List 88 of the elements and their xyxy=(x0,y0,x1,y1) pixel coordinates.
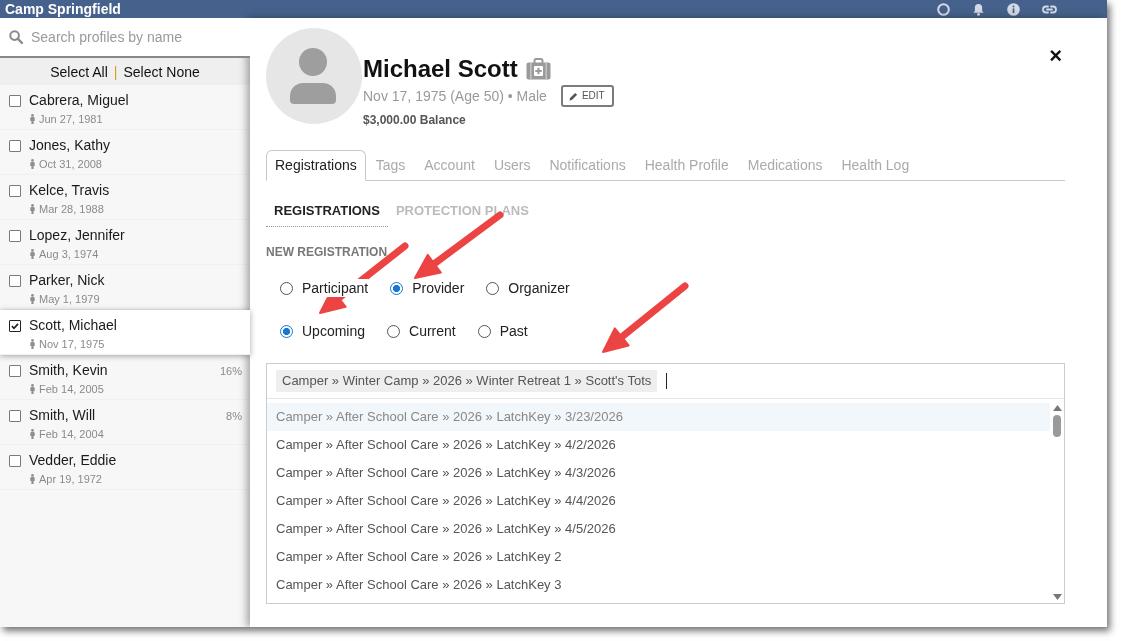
person-icon xyxy=(30,339,35,349)
checkbox[interactable] xyxy=(9,320,21,332)
checkbox[interactable] xyxy=(9,365,21,377)
profile-name: Lopez, Jennifer xyxy=(29,227,126,244)
scrollbar-thumb[interactable] xyxy=(1053,415,1061,437)
tab[interactable]: Registrations xyxy=(266,150,366,181)
profile-name: Cabrera, Miguel xyxy=(29,92,130,109)
profile-list-item[interactable]: Jones, Kathy Oct 31, 2008 xyxy=(0,130,250,175)
birth-date: May 1, 1979 xyxy=(39,292,100,306)
checkbox[interactable] xyxy=(9,410,21,422)
search-bar[interactable]: Search profiles by name xyxy=(0,18,250,58)
profile-name: Kelce, Travis xyxy=(29,182,111,199)
text-cursor xyxy=(666,373,668,389)
search-icon xyxy=(9,30,23,44)
info-icon[interactable] xyxy=(1007,2,1020,16)
dropdown-option[interactable]: Camper » After School Care » 2026 » LatchKey » 4/4/2026 xyxy=(267,487,1050,515)
dropdown-option[interactable]: Camper » After School Care » 2026 » LatchKey » 4/5/2026 xyxy=(267,515,1050,543)
progress-percent: 16% xyxy=(219,364,242,378)
profile-name: Jones, Kathy xyxy=(29,137,111,154)
radio-button[interactable] xyxy=(280,324,293,338)
profile-name: Smith, Will xyxy=(29,407,97,424)
person-icon xyxy=(30,474,35,484)
checkbox[interactable] xyxy=(9,185,21,197)
select-none-link[interactable]: Select None xyxy=(123,62,200,81)
subtab[interactable]: REGISTRATIONS xyxy=(266,203,388,227)
ring-icon[interactable] xyxy=(937,2,950,16)
close-button[interactable]: × xyxy=(1046,45,1065,67)
person-icon xyxy=(30,204,35,214)
registration-field[interactable] xyxy=(266,363,1065,604)
avatar-icon xyxy=(266,28,362,124)
checkbox[interactable] xyxy=(9,455,21,467)
birth-date: Oct 31, 2008 xyxy=(39,157,102,171)
person-icon xyxy=(30,114,35,124)
birth-date: Apr 19, 1972 xyxy=(39,472,102,486)
edit-button[interactable]: EDIT xyxy=(560,85,614,107)
person-icon xyxy=(30,159,35,169)
medical-bag-icon xyxy=(525,58,551,80)
progress-percent: 8% xyxy=(226,409,242,423)
dropdown-option[interactable]: Camper » After School Care » 2026 » LatchKey 2 xyxy=(267,543,1050,571)
profile-name: Scott, Michael xyxy=(29,317,118,334)
profile-list-item[interactable]: Smith, Will Feb 14, 2004 8% xyxy=(0,400,250,445)
dropdown-option[interactable]: Camper » After School Care » 2026 » LatchKey » 4/3/2026 xyxy=(267,459,1050,487)
profile-list-item[interactable]: Smith, Kevin Feb 14, 2005 16% xyxy=(0,355,250,400)
bell-icon[interactable] xyxy=(972,2,985,16)
app-title: Camp Springfield xyxy=(5,0,121,18)
birth-date: Nov 17, 1975 xyxy=(39,337,105,351)
dropdown-option[interactable]: Camper » After School Care » 2026 » LatchKey 3 xyxy=(267,571,1050,599)
checkbox[interactable] xyxy=(9,275,21,287)
profile-list-item[interactable]: Scott, Michael Nov 17, 1975 xyxy=(0,310,250,355)
dropdown-option[interactable]: Camper » After School Care » 2026 » LatchKey » 4/2/2026 xyxy=(267,431,1050,459)
select-all-link[interactable]: Select All xyxy=(50,62,108,81)
profile-name: Smith, Kevin xyxy=(29,362,109,379)
link-separator: | xyxy=(113,62,118,81)
person-icon xyxy=(30,294,35,304)
birth-date: Mar 28, 1988 xyxy=(39,202,104,216)
scroll-down-icon[interactable] xyxy=(1052,594,1062,600)
profile-list-item[interactable]: Cabrera, Miguel Jun 27, 1981 xyxy=(0,85,250,130)
radio-label[interactable]: Participant xyxy=(302,279,369,297)
person-icon xyxy=(30,249,35,259)
profile-list-item[interactable]: Lopez, Jennifer Aug 3, 1974 xyxy=(0,220,250,265)
radio-button[interactable] xyxy=(387,324,401,338)
checkbox[interactable] xyxy=(9,230,21,242)
profile-list-item[interactable]: Vedder, Eddie Apr 19, 1972 xyxy=(0,445,250,490)
person-icon xyxy=(30,429,35,439)
scroll-up-icon[interactable] xyxy=(1052,405,1062,411)
radio-label[interactable]: Organizer xyxy=(508,279,570,297)
checkbox[interactable] xyxy=(9,140,21,152)
pencil-icon xyxy=(568,91,578,101)
radio-button[interactable] xyxy=(486,281,500,295)
search-field[interactable]: Search profiles by name xyxy=(31,28,242,46)
checkbox[interactable] xyxy=(9,95,21,107)
selected-token[interactable]: Camper » Winter Camp » 2026 » Winter Retreat 1 » Scott's Tots xyxy=(276,370,658,392)
profile-list-item[interactable]: Kelce, Travis Mar 28, 1988 xyxy=(0,175,250,220)
profile-name-heading: Michael Scott xyxy=(363,55,518,83)
birth-date: Aug 3, 1974 xyxy=(39,247,99,261)
section-heading: NEW REGISTRATION xyxy=(266,244,389,260)
profile-name: Vedder, Eddie xyxy=(29,452,118,469)
radio-label[interactable]: Upcoming xyxy=(302,322,366,340)
person-icon xyxy=(30,384,35,394)
birth-date: Feb 14, 2004 xyxy=(39,427,104,441)
birth-date: Jun 27, 1981 xyxy=(39,112,103,126)
radio-button[interactable] xyxy=(280,281,293,295)
profile-name: Parker, Nick xyxy=(29,272,106,289)
radio-button[interactable] xyxy=(477,324,491,338)
profile-details: Nov 17, 1975 (Age 50) • Male xyxy=(363,87,547,105)
birth-date: Feb 14, 2005 xyxy=(39,382,104,396)
balance-text: $3,000.00 Balance xyxy=(363,113,467,128)
radio-button[interactable] xyxy=(390,281,404,295)
